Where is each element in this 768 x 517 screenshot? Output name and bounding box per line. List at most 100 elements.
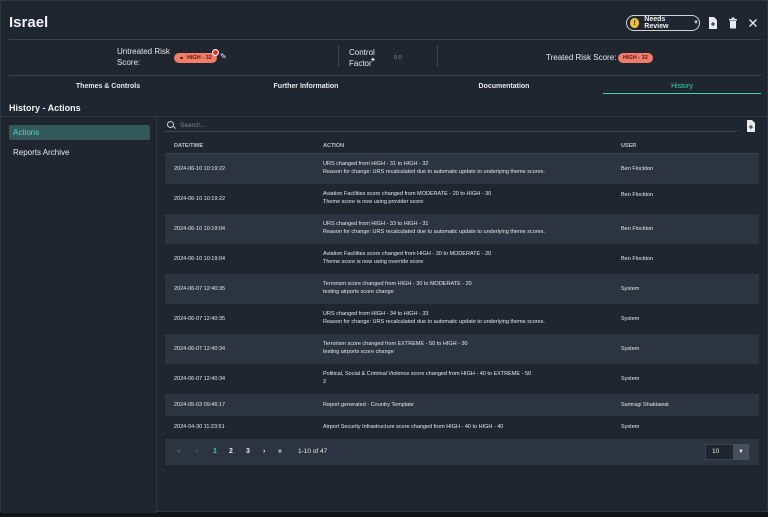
- row-user: System: [621, 424, 640, 430]
- export-icon[interactable]: [708, 17, 718, 29]
- page-3-button[interactable]: 3: [246, 448, 250, 455]
- row-action-line2: Reason for change: URS recalculated due …: [323, 169, 545, 175]
- row-action-line2: Reason for change: URS recalculated due …: [323, 319, 545, 325]
- table-row: 2024-04-30 11:23:51 Airport Security Inf…: [165, 416, 759, 438]
- table-row: 2024-06-10 10:19:22 Aviation Facilities …: [165, 184, 759, 214]
- row-date: 2024-06-07 12:40:34: [174, 376, 226, 382]
- row-action-line1: Terrorism score changed from EXTREME - 5…: [323, 341, 468, 347]
- needs-review-label: Needs Review: [644, 16, 669, 30]
- page-2-button[interactable]: 2: [229, 448, 233, 455]
- tab-bar: Themes & Controls Further Information Do…: [9, 81, 761, 94]
- row-action-line1: Aviation Facilities score changed from H…: [323, 251, 492, 257]
- table-row: 2024-06-07 12:40:34 Terrorism score chan…: [165, 334, 759, 364]
- table-row: 2024-06-07 12:40:35 URS changed from HIG…: [165, 304, 759, 334]
- row-action-line1: Political, Social & Criminal Violence sc…: [323, 371, 532, 377]
- tab-further-information[interactable]: Further Information: [207, 81, 405, 94]
- sidebar-item-actions[interactable]: Actions: [9, 125, 150, 140]
- header-divider: [9, 39, 761, 40]
- row-action-line1: Aviation Facilities score changed from M…: [323, 191, 492, 197]
- page-1-button[interactable]: 1: [213, 448, 217, 455]
- column-header-datetime[interactable]: DATE/TIME: [174, 143, 203, 149]
- row-user: Samragi Shaktawat: [621, 402, 669, 408]
- sidebar-item-reports-archive[interactable]: Reports Archive: [9, 145, 150, 160]
- score-divider-2: [437, 45, 438, 67]
- row-action-line1: URS changed from HIGH - 33 to HIGH - 31: [323, 221, 429, 227]
- row-date: 2024-06-10 10:19:22: [174, 196, 226, 202]
- row-user: System: [621, 286, 640, 292]
- last-page-button[interactable]: »: [278, 448, 282, 455]
- row-action-line1: Terrorism score changed from HIGH - 30 t…: [323, 281, 472, 287]
- row-date: 2024-04-30 11:23:51: [174, 424, 225, 430]
- table-row: 2024-06-10 10:19:04 URS changed from HIG…: [165, 214, 759, 244]
- untreated-badge-text: HIGH - 32: [187, 55, 212, 61]
- row-action-line2: Theme score is now using provider score: [323, 199, 424, 205]
- score-divider: [338, 45, 339, 67]
- row-user: System: [621, 316, 640, 322]
- row-user: Ben Flockton: [621, 166, 654, 172]
- search-bar: [165, 118, 737, 132]
- table-row: 2024-05-03 09:46:17 Report generated - C…: [165, 394, 759, 416]
- first-page-button[interactable]: «: [177, 448, 181, 455]
- search-icon: [167, 121, 174, 128]
- row-date: 2024-06-10 10:19:04: [174, 256, 226, 262]
- table-row: 2024-06-07 12:40:34 Political, Social & …: [165, 364, 759, 394]
- row-date: 2024-06-10 10:19:04: [174, 226, 226, 232]
- row-date: 2024-06-07 12:40:35: [174, 316, 226, 322]
- pagination: « ‹ 1 2 3 › » 1-10 of 47 10 ▼: [165, 439, 759, 465]
- row-date: 2024-06-07 12:40:34: [174, 346, 226, 352]
- trash-icon[interactable]: [728, 17, 738, 29]
- treated-risk-label: Treated Risk Score:: [546, 53, 617, 62]
- tab-themes-controls[interactable]: Themes & Controls: [9, 81, 207, 94]
- untreated-risk-label: Untreated Risk Score:: [117, 46, 170, 68]
- next-page-button[interactable]: ›: [263, 448, 265, 455]
- sidebar: Actions Reports Archive: [1, 117, 157, 513]
- info-star-icon: ✦: [370, 57, 376, 64]
- column-header-action[interactable]: ACTION: [323, 143, 344, 149]
- prev-page-button[interactable]: ‹: [196, 448, 198, 455]
- untreated-score-badge: ⚭ HIGH - 32: [174, 53, 217, 63]
- table-row: 2024-06-07 12:40:35 Terrorism score chan…: [165, 274, 759, 304]
- country-modal: Israel ! Needs Review ▼ Untreated Risk S…: [0, 0, 768, 513]
- row-action-line1: URS changed from HIGH - 31 to HIGH - 32: [323, 161, 429, 167]
- close-icon[interactable]: [748, 17, 758, 29]
- row-date: 2024-05-03 09:46:17: [174, 402, 226, 408]
- row-action-line2: Theme score is now using override score: [323, 259, 424, 265]
- chevron-down-icon[interactable]: ▼: [733, 444, 749, 460]
- chevron-down-icon: ▼: [693, 20, 699, 26]
- tab-history[interactable]: History: [603, 81, 761, 94]
- column-header-user[interactable]: USER: [621, 143, 636, 149]
- alert-dot-icon: [212, 49, 219, 56]
- row-action-line2: testing airports score change: [323, 349, 394, 355]
- row-date: 2024-06-07 12:40:35: [174, 286, 226, 292]
- row-action-line1: Report generated - Country Template: [323, 402, 414, 408]
- needs-review-button[interactable]: ! Needs Review ▼: [626, 15, 700, 31]
- link-icon: ⚭: [179, 55, 185, 62]
- treated-badge-text: HIGH - 32: [623, 55, 648, 61]
- export-csv-icon[interactable]: [746, 120, 756, 135]
- search-input[interactable]: [180, 120, 580, 130]
- backdrop: Israel ! Needs Review ▼ Untreated Risk S…: [0, 0, 768, 517]
- untreated-label-line1: Untreated Risk: [117, 47, 170, 56]
- section-title: History - Actions: [9, 103, 81, 113]
- row-action-line2: Reason for change: URS recalculated due …: [323, 229, 545, 235]
- row-user: System: [621, 376, 640, 382]
- warning-icon: !: [630, 18, 640, 28]
- row-action-line1: Airport Security Infrastructure score ch…: [323, 424, 504, 430]
- control-factor-value: 0.0: [387, 53, 431, 63]
- row-user: Ben Flockton: [621, 192, 654, 198]
- treated-score-badge: HIGH - 32: [618, 53, 653, 63]
- pagination-info: 1-10 of 47: [298, 448, 328, 455]
- scores-divider: [9, 75, 761, 76]
- row-action-line2: testing airports score change: [323, 289, 394, 295]
- history-table: DATE/TIME ACTION USER 2024-06-10 10:19:2…: [165, 138, 759, 438]
- table-header: DATE/TIME ACTION USER: [165, 138, 759, 154]
- row-user: System: [621, 346, 640, 352]
- row-action-line1: URS changed from HIGH - 34 to HIGH - 33: [323, 311, 429, 317]
- page-title: Israel: [9, 14, 49, 31]
- row-date: 2024-06-10 10:19:22: [174, 166, 226, 172]
- table-row: 2024-06-10 10:19:22 URS changed from HIG…: [165, 154, 759, 184]
- untreated-label-line2: Score:: [117, 58, 141, 67]
- tab-documentation[interactable]: Documentation: [405, 81, 603, 94]
- pencil-icon[interactable]: ✎: [220, 52, 227, 61]
- table-row: 2024-06-10 10:19:04 Aviation Facilities …: [165, 244, 759, 274]
